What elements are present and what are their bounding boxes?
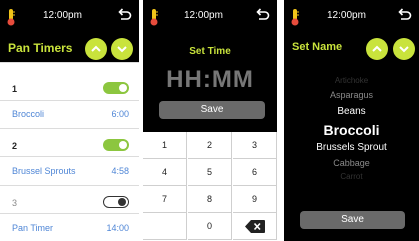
back-arrow-icon[interactable] bbox=[116, 7, 132, 23]
page-title: Pan Timers bbox=[8, 41, 73, 55]
backspace-icon bbox=[245, 220, 265, 233]
timer-number: 2 bbox=[12, 141, 18, 151]
save-button[interactable]: Save bbox=[159, 101, 265, 119]
status-bar: 12:00pm bbox=[0, 0, 139, 34]
backspace-key[interactable] bbox=[233, 213, 277, 240]
clock-time: 12:00pm bbox=[184, 10, 223, 21]
timer-toggle[interactable] bbox=[103, 82, 129, 94]
save-button[interactable]: Save bbox=[300, 211, 405, 229]
numeric-keypad: 1 2 3 4 5 6 7 8 9 0 bbox=[143, 132, 277, 241]
status-bar: 12:00pm bbox=[143, 0, 277, 34]
key-4[interactable]: 4 bbox=[143, 159, 187, 186]
timer-number: 3 bbox=[12, 198, 18, 208]
picker-option[interactable]: Brussels Sprout bbox=[284, 142, 419, 153]
picker-option[interactable]: Artichoke bbox=[284, 76, 419, 85]
time-display: HH:MM bbox=[166, 66, 254, 93]
clock-time: 12:00pm bbox=[327, 10, 366, 21]
picker-option[interactable]: Cabbage bbox=[284, 158, 419, 168]
chevron-up-icon bbox=[91, 45, 101, 52]
page-title: Set Name bbox=[292, 41, 343, 53]
timer-name[interactable]: Pan Timer bbox=[12, 223, 53, 233]
key-6[interactable]: 6 bbox=[233, 159, 277, 186]
picker-option[interactable]: Beans bbox=[284, 106, 419, 117]
status-bar: 12:00pm bbox=[284, 0, 419, 34]
back-arrow-icon[interactable] bbox=[254, 7, 270, 23]
key-1[interactable]: 1 bbox=[143, 132, 187, 159]
thermometer-icon bbox=[7, 9, 15, 26]
key-8[interactable]: 8 bbox=[188, 186, 232, 213]
picker-selected-option[interactable]: Broccoli bbox=[284, 122, 419, 138]
timer-name[interactable]: Brussel Sprouts bbox=[12, 166, 76, 176]
thermometer-icon bbox=[150, 9, 158, 26]
timer-value[interactable]: 6:00 bbox=[111, 109, 129, 119]
scroll-up-button[interactable] bbox=[85, 38, 107, 60]
timer-value[interactable]: 14:00 bbox=[106, 223, 129, 233]
set-name-screen: 12:00pm Set Name Artichoke Asparagus Bea… bbox=[284, 0, 419, 241]
key-3[interactable]: 3 bbox=[233, 132, 277, 159]
thermometer-icon bbox=[291, 9, 299, 26]
timer-value[interactable]: 4:58 bbox=[111, 166, 129, 176]
timer-name[interactable]: Broccoli bbox=[12, 109, 44, 119]
scroll-up-button[interactable] bbox=[366, 38, 388, 60]
picker-option[interactable]: Carrot bbox=[284, 172, 419, 181]
pan-timers-screen: 12:00pm Pan Timers 1 Broccoli 6:00 2 Bru… bbox=[0, 0, 139, 241]
chevron-up-icon bbox=[372, 45, 382, 52]
page-title: Set Time bbox=[189, 46, 231, 57]
timer-toggle[interactable] bbox=[103, 196, 129, 208]
back-arrow-icon[interactable] bbox=[396, 7, 412, 23]
key-9[interactable]: 9 bbox=[233, 186, 277, 213]
timer-number: 1 bbox=[12, 84, 18, 94]
clock-time: 12:00pm bbox=[43, 10, 82, 21]
chevron-down-icon bbox=[117, 46, 127, 53]
picker-option[interactable]: Asparagus bbox=[284, 90, 419, 100]
key-2[interactable]: 2 bbox=[188, 132, 232, 159]
key-7[interactable]: 7 bbox=[143, 186, 187, 213]
pan-timers-header: Pan Timers bbox=[0, 34, 139, 62]
scroll-down-button[interactable] bbox=[111, 38, 133, 60]
chevron-down-icon bbox=[399, 46, 409, 53]
timer-list: 1 Broccoli 6:00 2 Brussel Sprouts 4:58 3… bbox=[0, 62, 139, 241]
scroll-down-button[interactable] bbox=[393, 38, 415, 60]
key-0[interactable]: 0 bbox=[188, 213, 232, 240]
set-name-header: Set Name bbox=[284, 34, 419, 62]
key-5[interactable]: 5 bbox=[188, 159, 232, 186]
timer-toggle[interactable] bbox=[103, 139, 129, 151]
key-blank bbox=[143, 213, 187, 240]
set-time-screen: 12:00pm Set Time HH:MM Save 1 2 3 4 5 6 … bbox=[143, 0, 277, 241]
